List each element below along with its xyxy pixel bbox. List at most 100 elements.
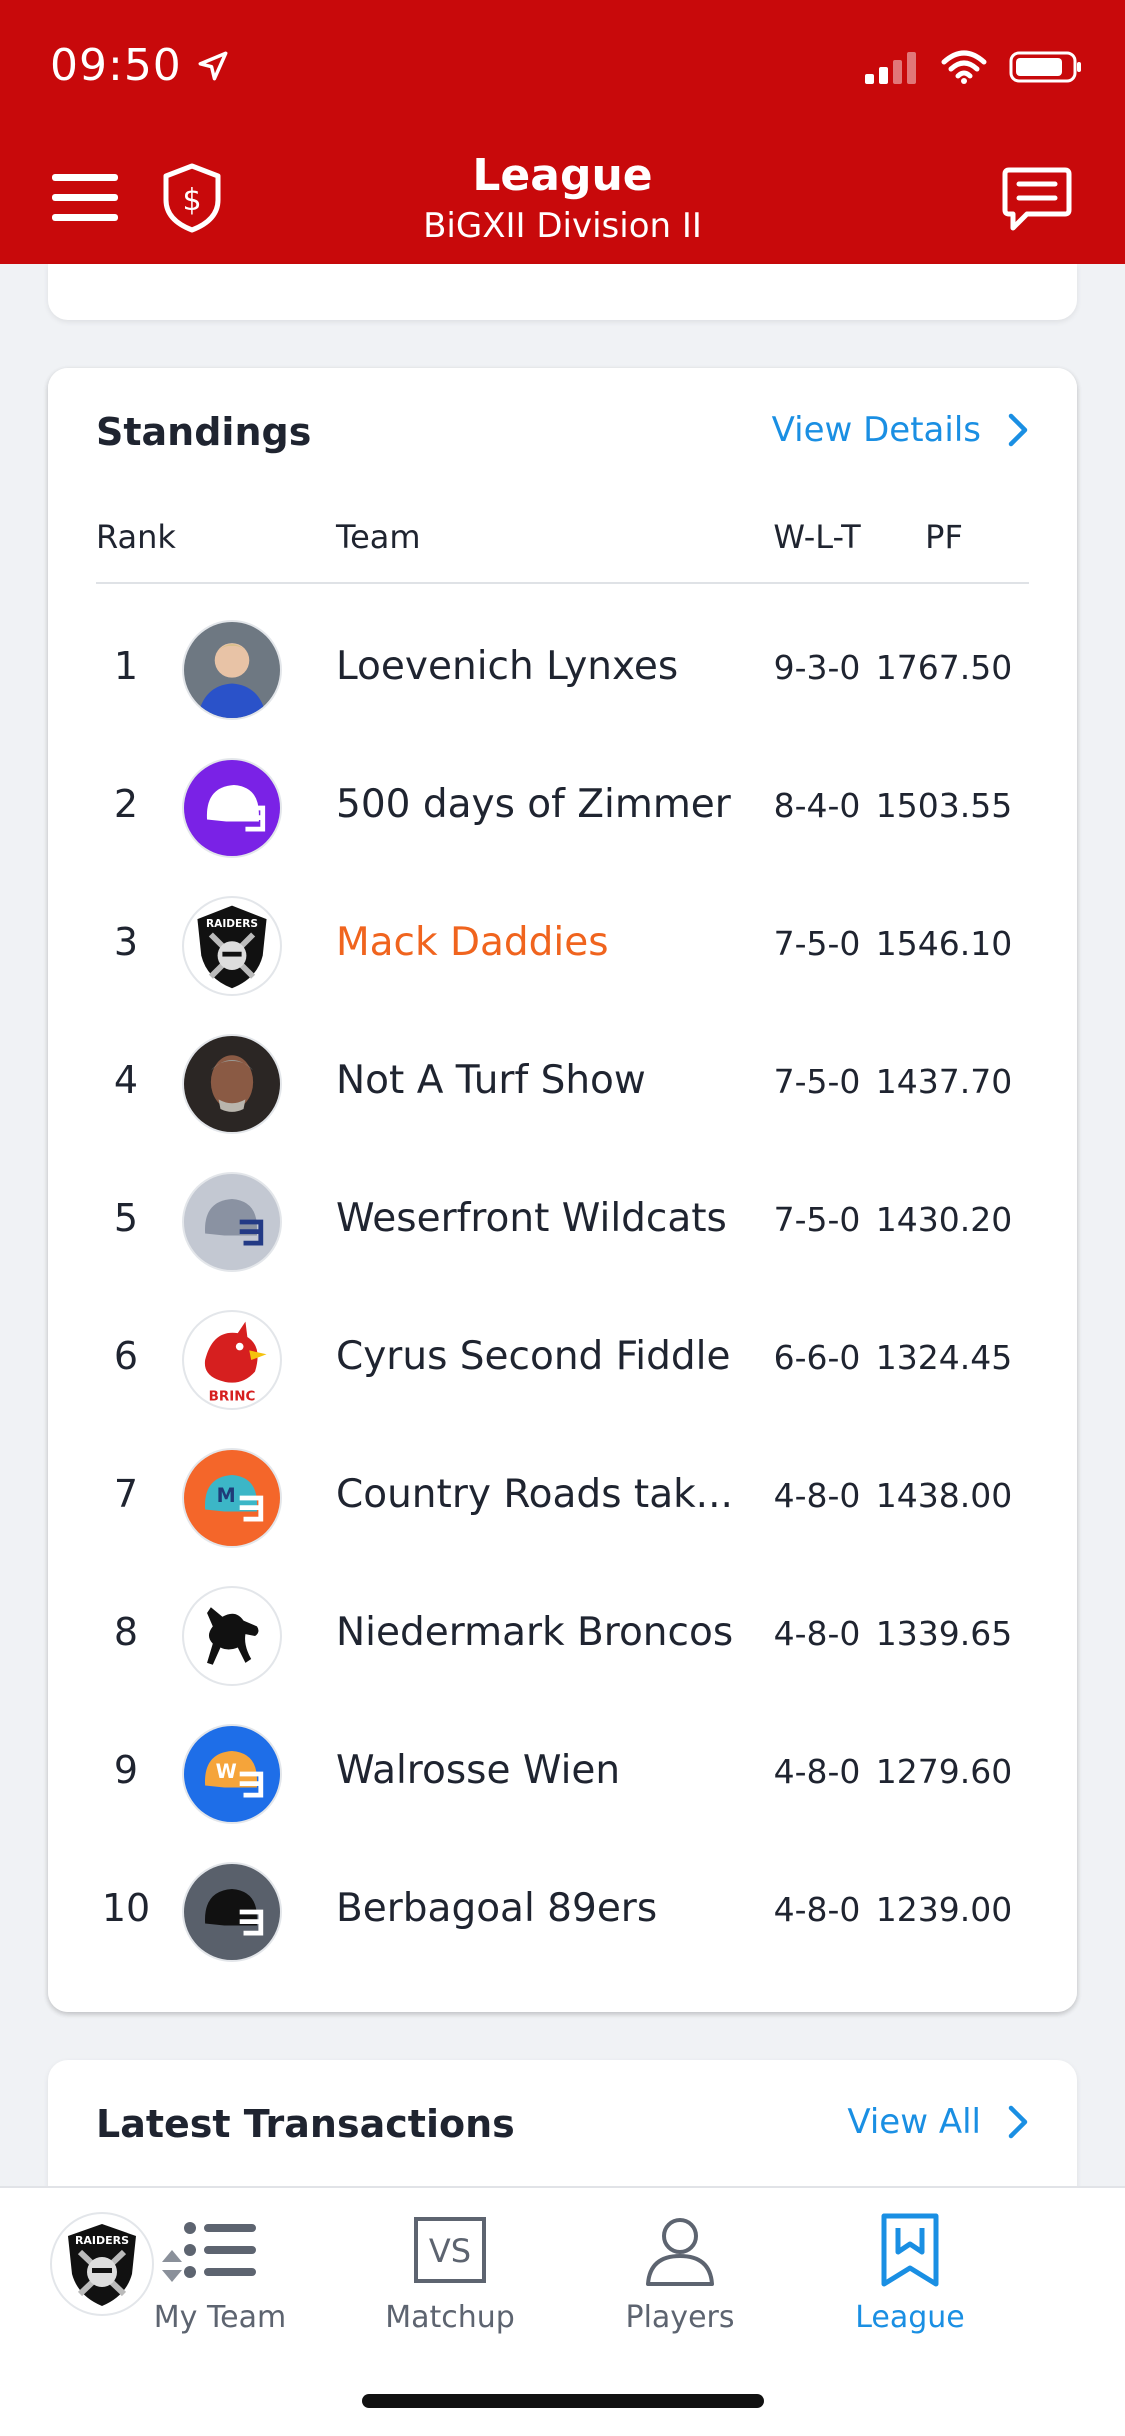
photo-face-icon (182, 1034, 282, 1134)
view-details-link[interactable]: View Details (772, 410, 1029, 450)
tab-my-team[interactable]: My Team (120, 2208, 320, 2335)
team-name: Mack Daddies (336, 920, 609, 965)
team-record: 6-6-0 (773, 1338, 861, 1377)
cardinal-logo-icon: BRINC (182, 1310, 282, 1410)
previous-card (48, 264, 1077, 320)
team-rank: 2 (113, 782, 139, 826)
standings-row[interactable]: 4 Not A Turf Show 7-5-0 1437.70 (48, 1014, 1077, 1152)
team-record: 4-8-0 (773, 1614, 861, 1653)
team-points-for: 1437.70 (875, 1062, 1013, 1101)
svg-text:W: W (216, 1760, 237, 1783)
chevron-right-icon (1008, 2105, 1028, 2139)
team-points-for: 1438.00 (875, 1476, 1013, 1515)
svg-text:VS: VS (429, 2232, 471, 2270)
team-points-for: 1239.00 (875, 1890, 1013, 1929)
helmet-orange-m-icon: M (182, 1448, 282, 1548)
view-details-label: View Details (771, 410, 981, 450)
status-bar-time: 09:50 (50, 40, 230, 91)
team-name: Cyrus Second Fiddle (336, 1334, 731, 1379)
team-rank: 5 (113, 1196, 139, 1240)
standings-row[interactable]: 1 Loevenich Lynxes 9-3-0 1767.50 (48, 600, 1077, 738)
team-rank: 9 (113, 1748, 139, 1792)
tab-matchup[interactable]: VS Matchup (350, 2208, 550, 2335)
team-name: Weserfront Wildcats (336, 1196, 727, 1241)
raiders-logo-icon: RAIDERS (182, 896, 282, 996)
tab-players[interactable]: Players (580, 2208, 780, 2335)
view-all-label: View All (847, 2102, 981, 2142)
svg-text:RAIDERS: RAIDERS (206, 918, 258, 930)
tab-label: Matchup (385, 2300, 515, 2335)
tab-league[interactable]: League (810, 2208, 1010, 2335)
page-title: League (472, 150, 653, 201)
tab-label: My Team (153, 2300, 287, 2335)
horse-logo-icon (182, 1586, 282, 1686)
team-record: 9-3-0 (773, 648, 861, 687)
transactions-title: Latest Transactions (96, 2102, 515, 2146)
team-name: Niedermark Broncos (336, 1610, 734, 1655)
team-points-for: 1339.65 (875, 1614, 1013, 1653)
helmet-blue-w-icon: W (182, 1724, 282, 1824)
standings-title: Standings (96, 410, 312, 454)
team-name: Walrosse Wien (336, 1748, 621, 1793)
standings-row[interactable]: 9 W Walrosse Wien 4-8-0 1279.60 (48, 1704, 1077, 1842)
team-record: 7-5-0 (773, 1200, 861, 1239)
app-header: 09:50 $ League BiGXII Division II (0, 0, 1125, 264)
svg-text:BRINC: BRINC (209, 1389, 256, 1404)
team-name: Berbagoal 89ers (336, 1886, 658, 1931)
team-rank: 6 (113, 1334, 139, 1378)
vs-icon: VS (350, 2208, 550, 2292)
battery-icon (1009, 51, 1081, 83)
team-points-for: 1430.20 (875, 1200, 1013, 1239)
cellular-signal-icon (865, 52, 916, 84)
chevron-right-icon (1008, 413, 1028, 447)
team-rank: 3 (113, 920, 139, 964)
standings-row[interactable]: 7 M Country Roads tak... 4-8-0 1438.00 (48, 1428, 1077, 1566)
col-header-team: Team (336, 518, 421, 556)
helmet-dark-icon (182, 1862, 282, 1962)
home-indicator (362, 2394, 764, 2408)
view-all-link[interactable]: View All (847, 2102, 1029, 2142)
team-rank: 4 (113, 1058, 139, 1102)
wifi-icon (941, 50, 987, 84)
team-points-for: 1503.55 (875, 786, 1013, 825)
team-rank: 8 (113, 1610, 139, 1654)
tab-label: Players (625, 2300, 735, 2335)
team-rank: 7 (113, 1472, 139, 1516)
team-name: Not A Turf Show (336, 1058, 646, 1103)
standings-row[interactable]: 2 500 days of Zimmer 8-4-0 1503.55 (48, 738, 1077, 876)
team-name: Country Roads tak... (336, 1472, 733, 1517)
team-rank: 10 (101, 1886, 151, 1930)
team-record: 4-8-0 (773, 1476, 861, 1515)
standings-row[interactable]: 8 Niedermark Broncos 4-8-0 1339.65 (48, 1566, 1077, 1704)
person-icon (580, 2208, 780, 2292)
helmet-purple-icon (182, 758, 282, 858)
team-points-for: 1279.60 (875, 1752, 1013, 1791)
team-record: 7-5-0 (773, 924, 861, 963)
status-indicators (863, 50, 1083, 84)
status-time-text: 09:50 (50, 40, 182, 91)
chat-icon[interactable] (1001, 164, 1073, 234)
team-points-for: 1546.10 (875, 924, 1013, 963)
tab-label: League (855, 2300, 965, 2335)
league-name: BiGXII Division II (423, 206, 702, 246)
team-name: 500 days of Zimmer (336, 782, 731, 827)
team-rank: 1 (113, 644, 139, 688)
team-record: 4-8-0 (773, 1890, 861, 1929)
svg-text:M: M (217, 1484, 236, 1507)
header-divider (96, 582, 1029, 584)
standings-row[interactable]: 5 Weserfront Wildcats 7-5-0 1430.20 (48, 1152, 1077, 1290)
team-points-for: 1767.50 (875, 648, 1013, 687)
standings-panel: Standings View Details Rank Team W-L-T P… (48, 368, 1077, 2012)
league-bookmark-icon (810, 2208, 1010, 2292)
col-header-wlt: W-L-T (773, 518, 861, 556)
standings-row[interactable]: 3 RAIDERS Mack Daddies 7-5-0 1546.10 (48, 876, 1077, 1014)
team-record: 8-4-0 (773, 786, 861, 825)
team-record: 4-8-0 (773, 1752, 861, 1791)
helmet-gray-icon (182, 1172, 282, 1272)
list-icon (120, 2208, 320, 2292)
col-header-rank: Rank (96, 518, 176, 556)
standings-row[interactable]: 6 BRINC Cyrus Second Fiddle 6-6-0 1324.45 (48, 1290, 1077, 1428)
standings-row[interactable]: 10 Berbagoal 89ers 4-8-0 1239.00 (48, 1842, 1077, 1980)
team-points-for: 1324.45 (875, 1338, 1013, 1377)
col-header-pf: PF (925, 518, 963, 556)
